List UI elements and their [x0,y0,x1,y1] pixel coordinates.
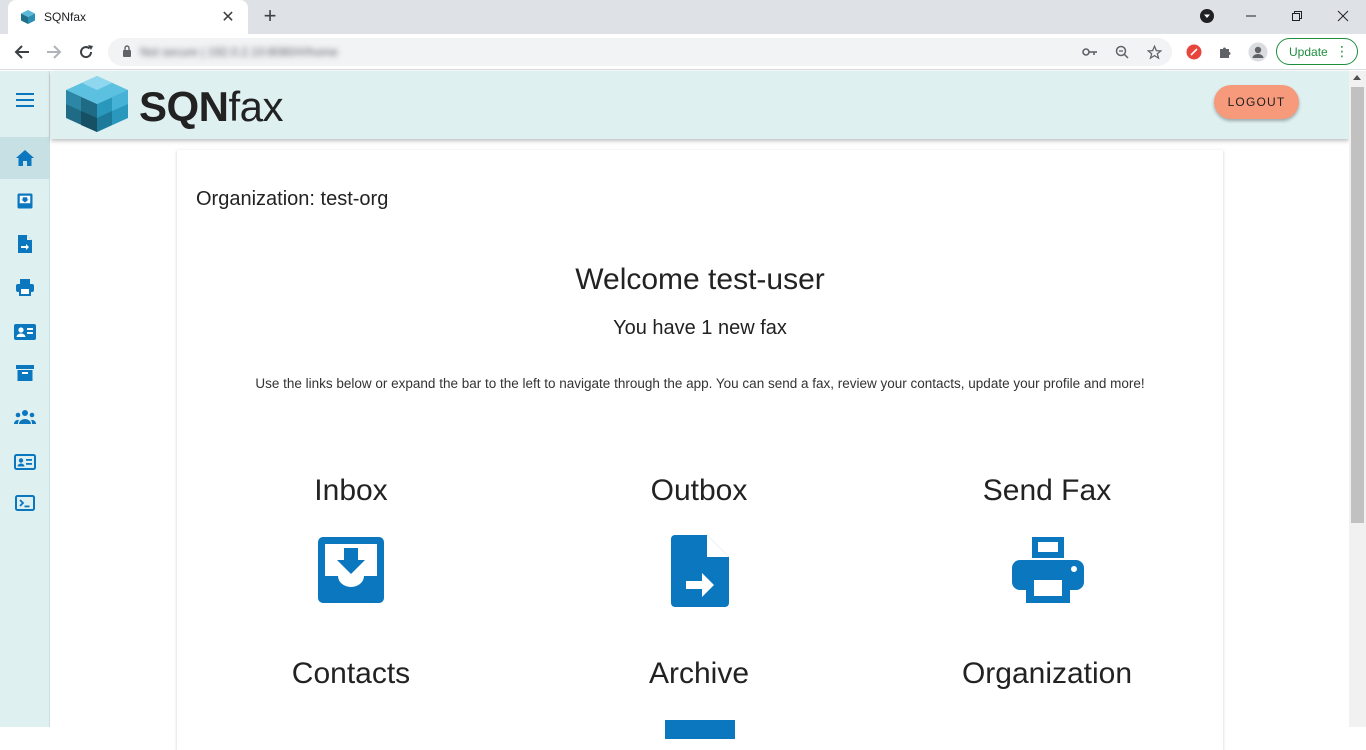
menu-toggle-button[interactable] [0,79,50,121]
link-contacts-label[interactable]: Contacts [177,657,525,691]
printer-icon [16,279,34,296]
sidebar-item-contacts[interactable] [0,311,50,353]
bookmark-star-icon[interactable] [1144,42,1164,62]
extension-red-icon [1186,44,1202,60]
hamburger-icon [16,93,34,107]
update-button[interactable]: Update ⋮ [1276,38,1358,65]
app-header: SQNfax LOGOUT [51,71,1349,139]
minimize-icon [1246,15,1256,17]
restore-icon [1292,11,1302,21]
organization-icon [14,410,36,424]
address-bar[interactable]: Not secure | 192.0.2.10:8080/#/home [108,38,1172,66]
inbox-icon[interactable] [317,536,385,604]
outbox-icon [18,235,32,253]
extensions-button[interactable] [1214,40,1238,64]
archive-icon [16,365,34,381]
lock-icon [123,45,131,57]
browser-tab[interactable]: SQNfax ✕ [8,0,248,34]
browser-toolbar: Not secure | 192.0.2.10:8080/#/home Upda… [0,34,1366,70]
organization-label: Organization: test-org [196,188,389,210]
logo-light: fax [228,83,284,130]
puzzle-icon [1220,47,1231,58]
printer-icon[interactable] [1010,536,1086,604]
app-sidebar [0,71,50,727]
forward-button[interactable] [42,40,66,64]
more-vert-icon: ⋮ [1335,43,1349,59]
scroll-up-arrow-icon[interactable] [1353,75,1361,80]
link-inbox-label[interactable]: Inbox [177,474,525,508]
sidebar-item-inbox[interactable] [0,180,50,222]
help-text: Use the links below or expand the bar to… [255,376,1145,391]
sidebar-item-send-fax[interactable] [0,266,50,308]
new-fax-count: You have 1 new fax [613,317,787,339]
zoom-out-icon[interactable] [1112,42,1132,62]
sidebar-item-archive[interactable] [0,352,50,394]
welcome-heading: Welcome test-user [575,263,825,296]
profile-card-icon [14,454,36,470]
contacts-icon [14,324,36,340]
chevron-down-circle-icon [1200,9,1214,23]
app-logo-text: SQNfax [139,83,284,131]
restore-button[interactable] [1283,4,1311,28]
sidebar-item-outbox[interactable] [0,223,50,265]
avatar-icon [1248,42,1268,62]
outbox-icon[interactable] [669,534,731,608]
reload-button[interactable] [74,40,98,64]
archive-icon[interactable] [665,719,735,739]
reload-icon [80,45,93,59]
sidebar-item-profile[interactable] [0,441,50,483]
browser-tabstrip: SQNfax ✕ + [0,0,1366,34]
profile-button[interactable] [1246,40,1270,64]
terminal-icon [15,495,35,511]
new-tab-button[interactable]: + [258,5,282,29]
arrow-right-icon [47,45,62,59]
sidebar-item-home[interactable] [0,137,50,179]
logo-bold: SQN [139,83,229,130]
sidebar-item-console[interactable] [0,482,50,524]
extension-blocked-button[interactable] [1182,40,1206,64]
link-send-fax-label[interactable]: Send Fax [873,474,1221,508]
inbox-icon [17,193,33,209]
sqnfax-logo-cube-icon [66,76,128,132]
tab-title: SQNfax [44,10,87,24]
sidebar-item-organization[interactable] [0,396,50,438]
link-organization-label[interactable]: Organization [873,657,1221,691]
minimize-button[interactable] [1237,4,1265,28]
home-card: Organization: test-org Welcome test-user… [177,150,1223,750]
sqnfax-favicon [21,10,35,24]
url-text: Not secure | 192.0.2.10:8080/#/home [140,45,338,59]
link-outbox-label[interactable]: Outbox [525,474,873,508]
back-button[interactable] [10,40,34,64]
arrow-left-icon [14,45,29,59]
tab-search-button[interactable] [1193,4,1221,28]
key-icon[interactable] [1080,42,1100,62]
close-window-button[interactable] [1329,4,1357,28]
close-icon [1337,10,1349,22]
home-icon [16,150,34,166]
tab-close-icon[interactable]: ✕ [218,7,238,27]
logout-button[interactable]: LOGOUT [1214,85,1299,119]
link-archive-label[interactable]: Archive [525,657,873,691]
scrollbar-thumb[interactable] [1351,87,1364,523]
update-label: Update [1289,44,1328,59]
